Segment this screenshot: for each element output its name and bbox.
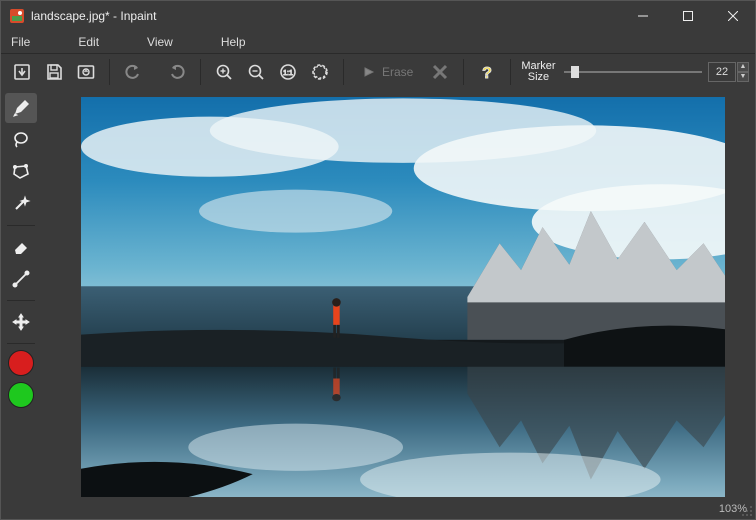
keep-color-swatch[interactable]: [8, 382, 34, 408]
zoom-in-button[interactable]: [209, 57, 239, 87]
svg-text:1:1: 1:1: [283, 70, 293, 77]
toolbar-separator: [109, 59, 110, 85]
maximize-button[interactable]: [665, 1, 710, 31]
sidebar-separator: [7, 300, 35, 301]
toolbar-separator: [200, 59, 201, 85]
resize-grip-icon[interactable]: [741, 505, 753, 517]
undo-button[interactable]: [118, 57, 148, 87]
open-button[interactable]: [7, 57, 37, 87]
save-button[interactable]: [39, 57, 69, 87]
remove-color-swatch[interactable]: [8, 350, 34, 376]
toolbar-separator: [510, 59, 511, 85]
title-bar: landscape.jpg* - Inpaint: [1, 1, 755, 31]
window-controls: [620, 1, 755, 31]
menu-file[interactable]: File: [7, 33, 34, 51]
guide-line-tool[interactable]: [5, 264, 37, 294]
svg-text:?: ?: [482, 65, 492, 81]
menu-bar: File Edit View Help: [1, 31, 755, 53]
zoom-actual-size-button[interactable]: 1:1: [273, 57, 303, 87]
spinner-up-button[interactable]: ▲: [737, 62, 749, 72]
app-icon: [9, 8, 25, 24]
spinner-down-button[interactable]: ▼: [737, 72, 749, 82]
workspace: 103%: [1, 89, 755, 519]
help-button[interactable]: ?: [472, 57, 502, 87]
menu-edit[interactable]: Edit: [74, 33, 103, 51]
marker-size-slider[interactable]: [564, 71, 702, 73]
sidebar-separator: [7, 225, 35, 226]
move-tool[interactable]: [5, 307, 37, 337]
marker-size-label: Marker Size: [521, 61, 555, 83]
sidebar-separator: [7, 343, 35, 344]
lasso-tool[interactable]: [5, 125, 37, 155]
zoom-out-button[interactable]: [241, 57, 271, 87]
cancel-button[interactable]: [425, 57, 455, 87]
minimize-button[interactable]: [620, 1, 665, 31]
window-title: landscape.jpg* - Inpaint: [31, 9, 620, 23]
toolbar-separator: [463, 59, 464, 85]
toolbar-separator: [343, 59, 344, 85]
zoom-fit-button[interactable]: [305, 57, 335, 87]
menu-help[interactable]: Help: [217, 33, 250, 51]
image-canvas[interactable]: [81, 97, 725, 497]
erase-label: Erase: [382, 65, 413, 79]
menu-view[interactable]: View: [143, 33, 177, 51]
tool-sidebar: [1, 89, 41, 519]
upload-button[interactable]: [71, 57, 101, 87]
polygon-lasso-tool[interactable]: [5, 157, 37, 187]
app-window: landscape.jpg* - Inpaint File Edit View …: [0, 0, 756, 520]
marker-size-value[interactable]: 22: [708, 62, 736, 82]
toolbar: 1:1 Erase ? Marker Size 22 ▲ ▼: [1, 53, 755, 89]
eraser-tool[interactable]: [5, 232, 37, 262]
close-button[interactable]: [710, 1, 755, 31]
image-content: [81, 97, 725, 497]
status-bar: 103%: [41, 499, 755, 519]
marker-tool[interactable]: [5, 93, 37, 123]
erase-button[interactable]: Erase: [352, 57, 423, 87]
marker-size-spinner[interactable]: 22 ▲ ▼: [708, 62, 749, 82]
redo-button[interactable]: [162, 57, 192, 87]
magic-wand-tool[interactable]: [5, 189, 37, 219]
canvas-area: 103%: [41, 89, 755, 519]
